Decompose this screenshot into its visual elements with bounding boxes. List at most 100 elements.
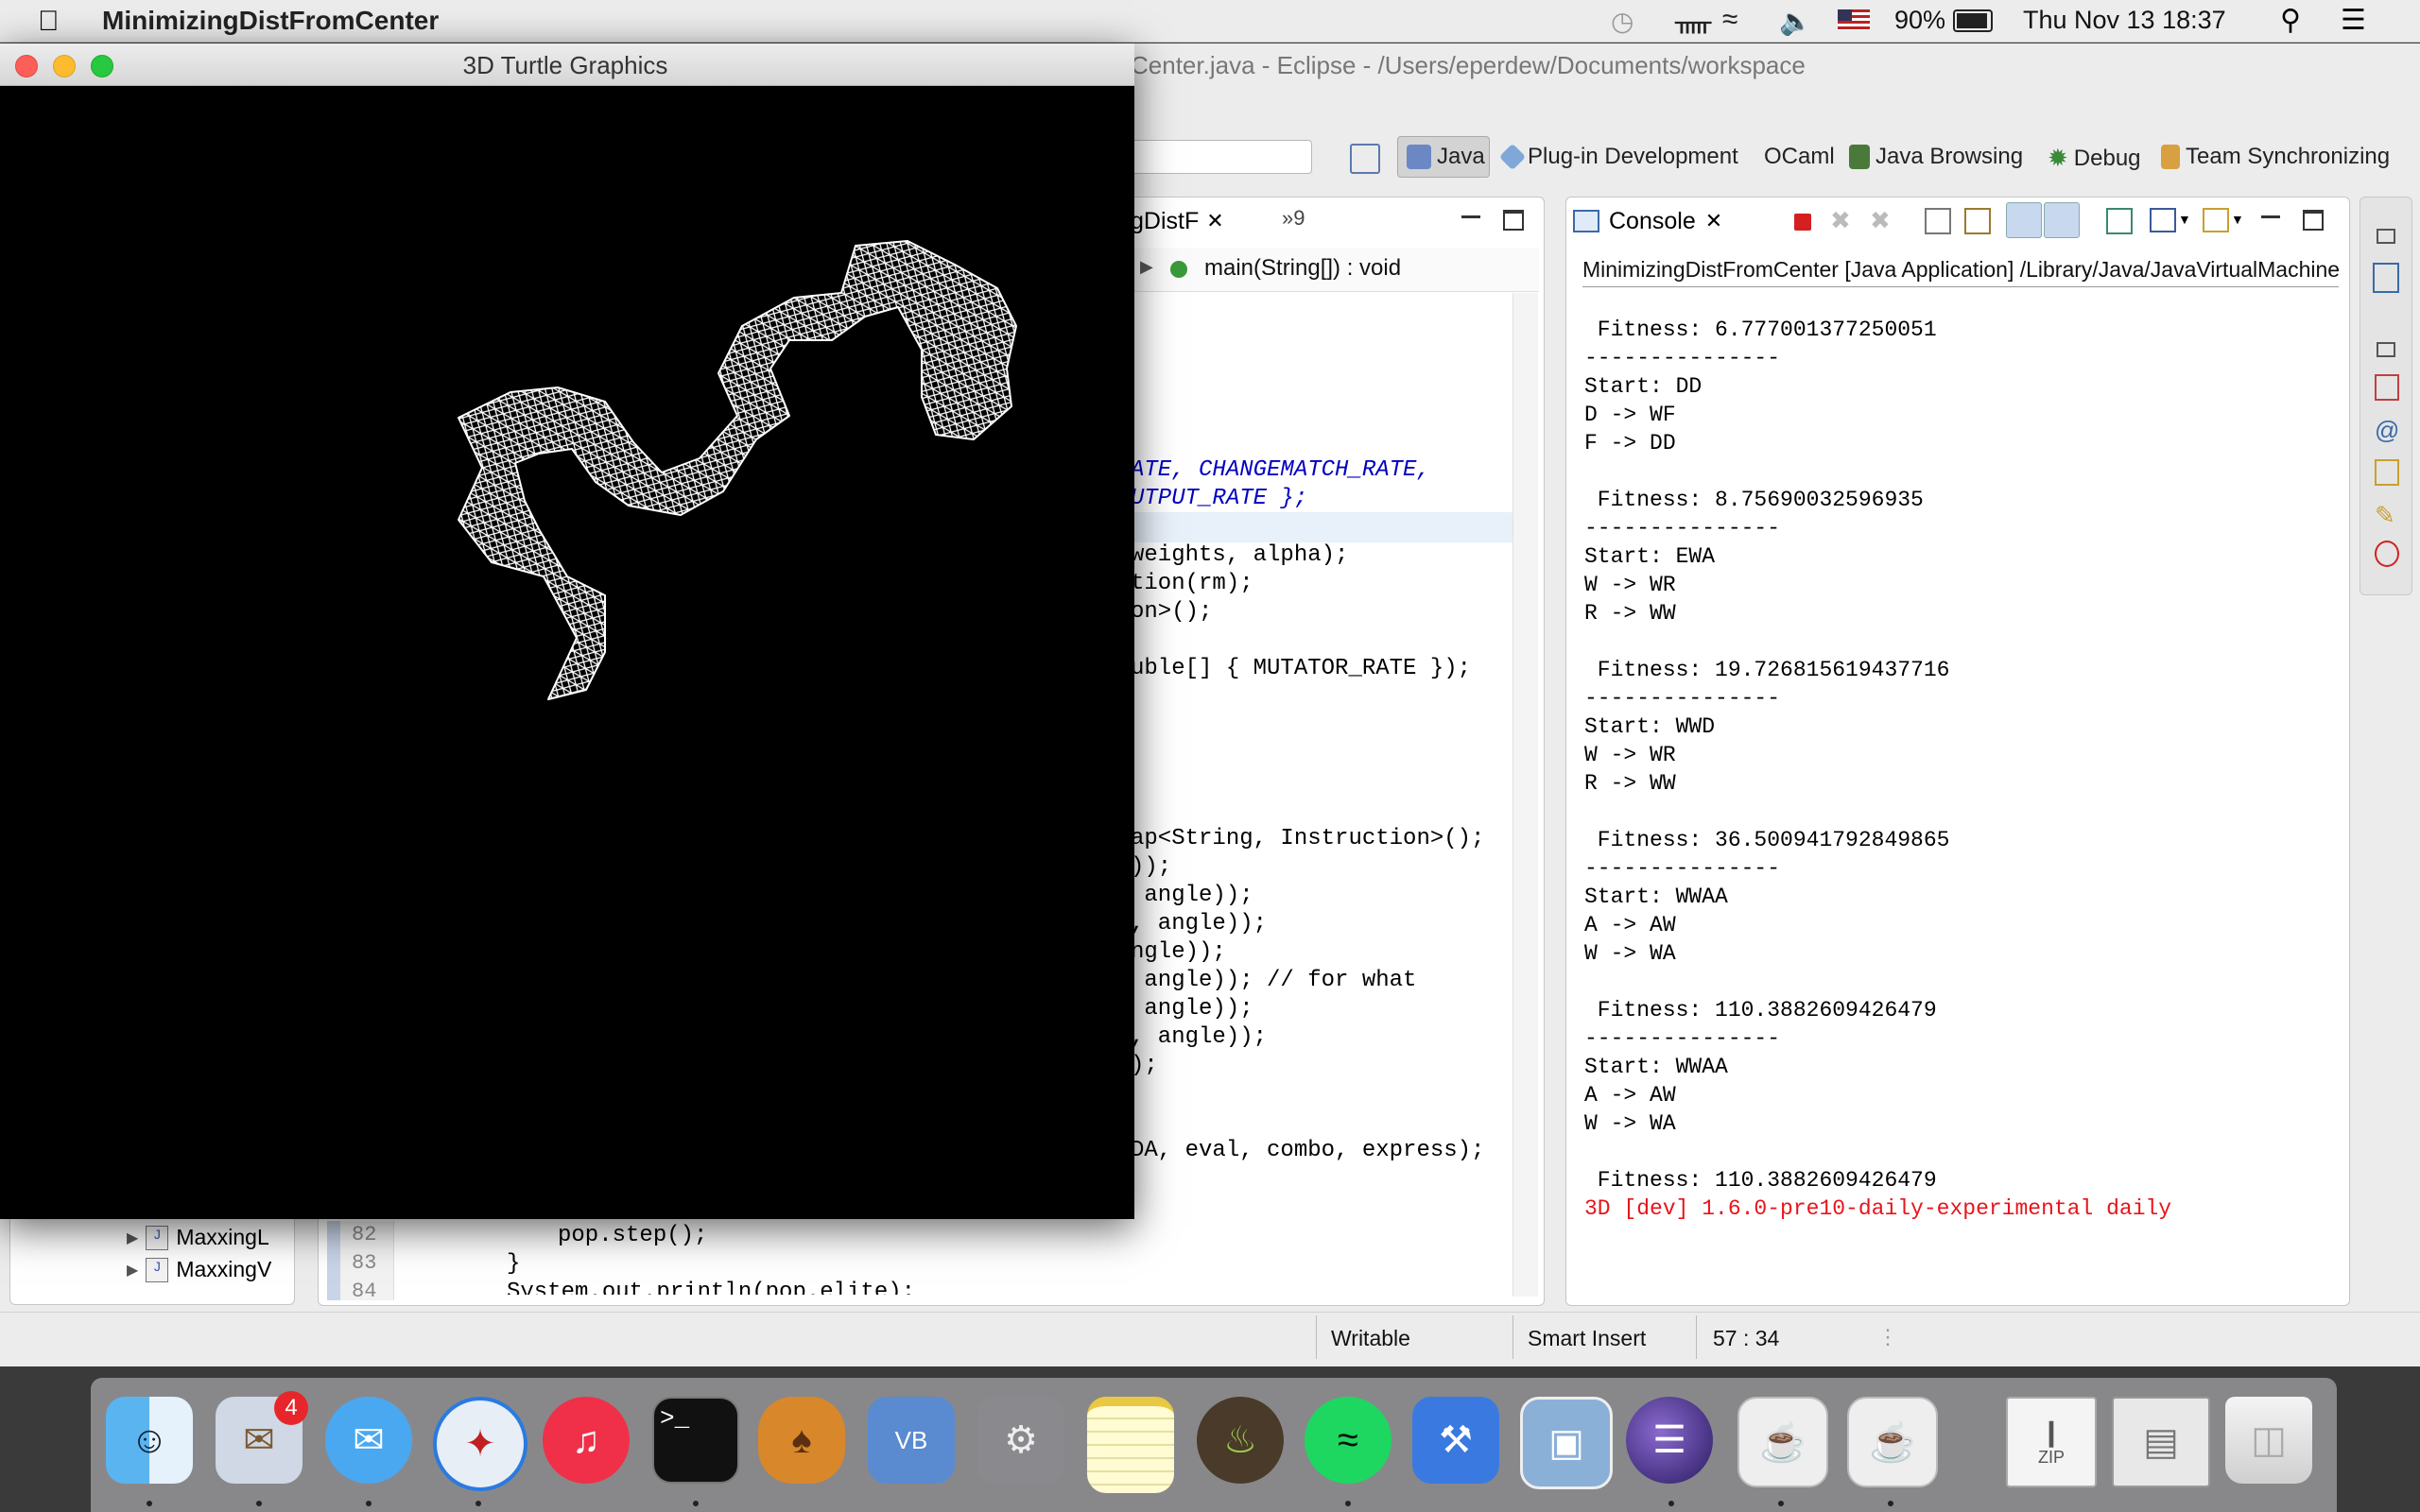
open-perspective-icon[interactable] bbox=[1350, 144, 1380, 174]
console-line: Start: DD bbox=[1584, 374, 1703, 399]
perspective-java-label[interactable]: Java bbox=[1437, 144, 1485, 170]
tree-item-1[interactable]: ▶ J MaxxingL bbox=[127, 1225, 269, 1250]
battery-icon[interactable] bbox=[1953, 9, 1993, 32]
zip-label: ZIP bbox=[2037, 1448, 2065, 1467]
restore-icon[interactable] bbox=[2377, 229, 2395, 244]
minimize-console-icon[interactable] bbox=[2261, 215, 2280, 218]
expand-arrow-icon[interactable]: ▶ bbox=[127, 1261, 138, 1280]
scroll-lock-icon[interactable] bbox=[1964, 208, 1991, 234]
terminal-icon[interactable]: >_ bbox=[652, 1397, 739, 1484]
notification-center-icon[interactable]: ☰ bbox=[2341, 4, 2366, 37]
remove-launch-icon[interactable]: ✖ bbox=[1830, 206, 1851, 235]
restore-icon[interactable] bbox=[2377, 342, 2395, 357]
code-line-84: System.out.println(pop.elite); bbox=[507, 1280, 916, 1295]
turtle-wireframe-tube bbox=[458, 240, 1017, 700]
trash-icon[interactable]: ◫ bbox=[2225, 1397, 2312, 1484]
task-list-icon[interactable] bbox=[2375, 374, 2399, 401]
messages-icon[interactable]: ✉ bbox=[325, 1397, 412, 1484]
outline-view-icon[interactable] bbox=[2373, 263, 2399, 293]
close-icon[interactable]: ✕ bbox=[1705, 209, 1722, 233]
preview-icon[interactable]: ▣ bbox=[1520, 1397, 1613, 1489]
quick-access-input[interactable] bbox=[1131, 140, 1312, 174]
declaration-icon[interactable] bbox=[2375, 459, 2399, 486]
running-indicator bbox=[1345, 1501, 1351, 1506]
debug-bug-icon: ✹ bbox=[2048, 144, 2068, 172]
perspective-plugin-label[interactable]: Plug-in Development bbox=[1528, 144, 1738, 170]
open-console-icon[interactable] bbox=[2203, 208, 2229, 232]
spotlight-icon[interactable]: ⚲ bbox=[2280, 4, 2301, 37]
finder-icon[interactable]: ☺ bbox=[106, 1397, 193, 1484]
tree-item-label: MaxxingL bbox=[176, 1225, 269, 1249]
display-console-icon[interactable] bbox=[2150, 208, 2176, 232]
turtle-canvas[interactable] bbox=[0, 85, 1134, 1219]
perspective-debug[interactable]: ✹ Debug bbox=[2048, 144, 2141, 173]
console-line: Fitness: 8.75690032596935 bbox=[1584, 488, 1924, 512]
breadcrumb-method[interactable]: main(String[]) : void bbox=[1204, 255, 1401, 282]
chevron-down-icon[interactable]: ▼ bbox=[2178, 212, 2191, 227]
remove-all-icon[interactable]: ✖ bbox=[1870, 206, 1891, 235]
show-stderr-icon[interactable] bbox=[2044, 202, 2080, 238]
java-perspective-icon bbox=[1407, 145, 1431, 169]
perspective-plugin[interactable]: Plug-in Development bbox=[1498, 143, 1738, 171]
notes-icon[interactable] bbox=[1087, 1397, 1174, 1493]
close-icon[interactable]: ✕ bbox=[1206, 209, 1223, 233]
console-line: Start: EWA bbox=[1584, 544, 1716, 569]
perspective-ocaml-label[interactable]: OCaml bbox=[1764, 144, 1835, 170]
chevron-down-icon[interactable]: ▼ bbox=[2231, 212, 2244, 227]
xcode-icon[interactable]: ⚒ bbox=[1412, 1397, 1499, 1484]
time-machine-icon[interactable]: ◷ bbox=[1611, 6, 1634, 37]
perspective-java-browsing[interactable]: Java Browsing bbox=[1849, 144, 2023, 170]
expand-arrow-icon[interactable]: ▶ bbox=[127, 1228, 138, 1247]
virtualbox-icon[interactable]: VB bbox=[868, 1397, 955, 1484]
wifi-icon[interactable]: ≈ bbox=[1722, 4, 1737, 36]
turtle-title-bar[interactable]: 3D Turtle Graphics bbox=[0, 43, 1134, 86]
perspective-team-sync-label[interactable]: Team Synchronizing bbox=[2186, 144, 2390, 170]
console-line: Fitness: 110.3882609426479 bbox=[1584, 1168, 1937, 1193]
maximize-console-icon[interactable] bbox=[2303, 210, 2324, 231]
perspective-debug-label[interactable]: Debug bbox=[2074, 146, 2141, 172]
vertical-ruler bbox=[327, 1221, 340, 1300]
zip-file-icon[interactable]: ❙ ZIP bbox=[2006, 1397, 2097, 1487]
line-number: 82 bbox=[352, 1223, 377, 1246]
show-stdout-icon[interactable] bbox=[2006, 202, 2042, 238]
editor-tab-overflow[interactable]: »9 bbox=[1282, 206, 1305, 231]
clear-console-icon[interactable] bbox=[1925, 208, 1951, 234]
itunes-icon[interactable]: ♫ bbox=[543, 1397, 630, 1484]
gnu-app-icon[interactable]: ♠ bbox=[758, 1397, 845, 1484]
battery-percent[interactable]: 90% bbox=[1894, 6, 1945, 35]
javadoc-icon[interactable]: @ bbox=[2375, 416, 2399, 445]
editor-tab[interactable]: gDistF ✕ bbox=[1131, 200, 1253, 242]
cauldron-app-icon[interactable]: ♨ bbox=[1197, 1397, 1284, 1484]
spotify-icon[interactable]: ≈ bbox=[1305, 1397, 1392, 1484]
tree-item-2[interactable]: ▶ J MaxxingV bbox=[127, 1257, 271, 1282]
safari-icon[interactable]: ✦ bbox=[433, 1397, 527, 1491]
perspective-team-sync[interactable]: Team Synchronizing bbox=[2161, 144, 2390, 170]
code-line-5: on>(); bbox=[1131, 599, 1213, 625]
minimize-editor-icon[interactable] bbox=[1461, 215, 1480, 218]
code-line: UTPUT_RATE }; bbox=[1131, 486, 1307, 511]
bluetooth-icon[interactable]: ᚅ bbox=[1675, 6, 1711, 37]
perspective-java-browsing-label[interactable]: Java Browsing bbox=[1876, 144, 2023, 170]
clock[interactable]: Thu Nov 13 18:37 bbox=[2023, 6, 2226, 35]
apple-icon[interactable]:  bbox=[38, 6, 60, 38]
downloads-stack-icon[interactable]: ▤ bbox=[2112, 1397, 2210, 1487]
console-tab[interactable]: Console ✕ bbox=[1573, 200, 1743, 242]
status-grip-icon[interactable]: ⋮ bbox=[1877, 1325, 1898, 1349]
breadcrumb-arrow-icon[interactable]: ▶ bbox=[1140, 257, 1153, 277]
editor-scrollbar[interactable] bbox=[1512, 293, 1538, 1297]
volume-icon[interactable]: 🔈 bbox=[1779, 6, 1812, 37]
java-app-icon[interactable]: ☕ bbox=[1847, 1397, 1938, 1487]
java-app-icon[interactable]: ☕ bbox=[1737, 1397, 1828, 1487]
perspective-ocaml[interactable]: OCaml bbox=[1764, 144, 1835, 170]
problems-icon[interactable] bbox=[2375, 541, 2399, 567]
maximize-editor-icon[interactable] bbox=[1503, 210, 1524, 231]
team-sync-icon bbox=[2161, 145, 2180, 169]
system-preferences-icon[interactable]: ⚙ bbox=[977, 1397, 1064, 1484]
current-line-highlight bbox=[1131, 512, 1512, 542]
terminate-icon[interactable] bbox=[1794, 214, 1811, 231]
flag-icon[interactable] bbox=[1838, 9, 1870, 30]
pin-console-icon[interactable] bbox=[2106, 208, 2133, 234]
search-view-icon[interactable]: ✎ bbox=[2375, 501, 2395, 530]
eclipse-icon[interactable]: ☰ bbox=[1626, 1397, 1713, 1484]
app-name-menu[interactable]: MinimizingDistFromCenter bbox=[102, 6, 439, 36]
